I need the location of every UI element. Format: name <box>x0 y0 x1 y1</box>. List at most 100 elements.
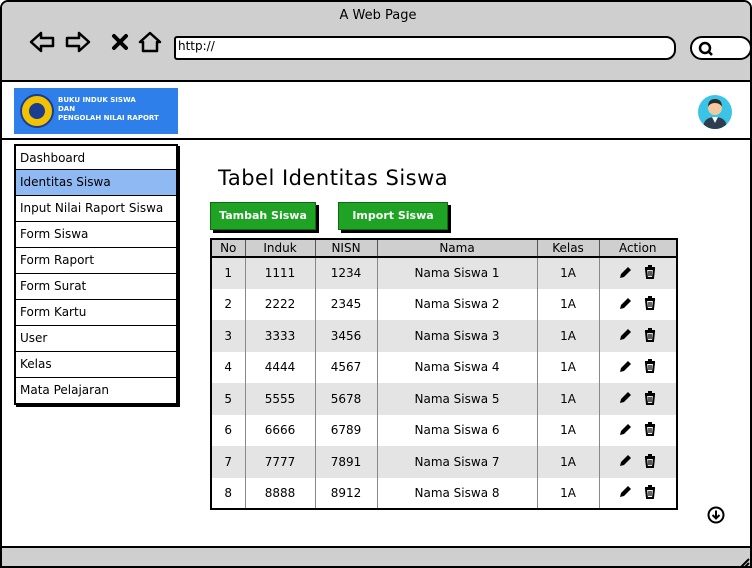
close-icon[interactable] <box>106 28 134 56</box>
trash-delete-icon[interactable] <box>644 265 656 279</box>
home-icon[interactable] <box>136 28 164 56</box>
cell-induk: 4444 <box>244 351 316 383</box>
back-arrow-icon[interactable] <box>28 28 56 56</box>
trash-delete-icon[interactable] <box>644 422 656 436</box>
cell-no: 2 <box>210 288 246 320</box>
sidebar-item-form-surat[interactable]: Form Surat <box>14 274 178 301</box>
cell-kelas: 1A <box>536 257 600 289</box>
table-row[interactable]: 5 5555 5678 Nama Siswa 5 1A <box>210 383 678 415</box>
cell-no: 8 <box>210 477 246 510</box>
cell-nama: Nama Siswa 6 <box>376 414 538 446</box>
sidebar-item-user[interactable]: User <box>14 326 178 353</box>
add-student-button[interactable]: Tambah Siswa <box>210 202 316 230</box>
app-header: BUKU INDUK SISWA DAN PENGOLAH NILAI RAPO… <box>2 84 750 140</box>
table-row[interactable]: 1 1111 1234 Nama Siswa 1 1A <box>210 257 678 289</box>
resize-handle-icon[interactable] <box>738 554 750 566</box>
page-title: Tabel Identitas Siswa <box>218 166 449 190</box>
cell-nama: Nama Siswa 1 <box>376 257 538 289</box>
cell-induk: 3333 <box>244 320 316 352</box>
sidebar-nav: Dashboard Identitas Siswa Input Nilai Ra… <box>14 144 178 405</box>
sidebar-item-dashboard[interactable]: Dashboard <box>14 144 178 171</box>
pencil-edit-icon[interactable] <box>619 266 632 279</box>
pencil-edit-icon[interactable] <box>619 391 632 404</box>
cell-induk: 5555 <box>244 383 316 415</box>
forward-arrow-icon[interactable] <box>64 28 92 56</box>
sidebar-item-identitas-siswa[interactable]: Identitas Siswa <box>14 170 178 197</box>
cell-nama: Nama Siswa 8 <box>376 477 538 510</box>
table-row[interactable]: 6 6666 6789 Nama Siswa 6 1A <box>210 414 678 446</box>
sidebar-item-kelas[interactable]: Kelas <box>14 352 178 379</box>
cell-nama: Nama Siswa 3 <box>376 320 538 352</box>
cell-action <box>598 446 678 478</box>
pencil-edit-icon[interactable] <box>619 485 632 498</box>
import-student-button[interactable]: Import Siswa <box>338 202 448 230</box>
cell-nisn: 7891 <box>314 446 378 478</box>
sidebar-item-input-nilai-raport[interactable]: Input Nilai Raport Siswa <box>14 196 178 223</box>
cell-kelas: 1A <box>536 446 600 478</box>
pencil-edit-icon[interactable] <box>619 454 632 467</box>
cell-induk: 2222 <box>244 288 316 320</box>
cell-nama: Nama Siswa 2 <box>376 288 538 320</box>
school-seal-icon <box>20 94 54 128</box>
search-icon <box>698 41 713 56</box>
cell-kelas: 1A <box>536 414 600 446</box>
cell-nisn: 3456 <box>314 320 378 352</box>
table-row[interactable]: 7 7777 7891 Nama Siswa 7 1A <box>210 446 678 478</box>
cell-nisn: 5678 <box>314 383 378 415</box>
cell-action <box>598 257 678 289</box>
sidebar-item-form-raport[interactable]: Form Raport <box>14 248 178 275</box>
cell-action <box>598 477 678 510</box>
pencil-edit-icon[interactable] <box>619 297 632 310</box>
cell-kelas: 1A <box>536 351 600 383</box>
cell-no: 7 <box>210 446 246 478</box>
cell-no: 1 <box>210 257 246 289</box>
table-row[interactable]: 8 8888 8912 Nama Siswa 8 1A <box>210 477 678 510</box>
pencil-edit-icon[interactable] <box>619 328 632 341</box>
sidebar-item-mata-pelajaran[interactable]: Mata Pelajaran <box>14 378 178 405</box>
trash-delete-icon[interactable] <box>644 296 656 310</box>
table-row[interactable]: 2 2222 2345 Nama Siswa 2 1A <box>210 288 678 320</box>
logo-line: PENGOLAH NILAI RAPORT <box>58 114 159 122</box>
app-logo[interactable]: BUKU INDUK SISWA DAN PENGOLAH NILAI RAPO… <box>14 88 178 134</box>
browser-toolbar: A Web Page http:// <box>2 2 750 82</box>
trash-delete-icon[interactable] <box>644 327 656 342</box>
column-header-no[interactable]: No <box>210 238 246 258</box>
sidebar-item-form-siswa[interactable]: Form Siswa <box>14 222 178 249</box>
user-avatar[interactable] <box>698 95 732 129</box>
column-header-action: Action <box>598 238 678 258</box>
table-header-row: No Induk NISN Nama Kelas Action <box>210 238 678 258</box>
column-header-induk[interactable]: Induk <box>244 238 316 258</box>
url-input[interactable] <box>174 36 676 60</box>
cell-nisn: 1234 <box>314 257 378 289</box>
trash-delete-icon[interactable] <box>644 484 656 499</box>
cell-no: 5 <box>210 383 246 415</box>
logo-line: BUKU INDUK SISWA <box>58 96 136 104</box>
cell-nisn: 2345 <box>314 288 378 320</box>
column-header-nisn[interactable]: NISN <box>314 238 378 258</box>
browser-window: A Web Page http:// BUKU INDUK SISWA DAN … <box>0 0 752 568</box>
cell-induk: 1111 <box>244 257 316 289</box>
cell-nama: Nama Siswa 4 <box>376 351 538 383</box>
trash-delete-icon[interactable] <box>644 453 656 468</box>
sidebar-item-form-kartu[interactable]: Form Kartu <box>14 300 178 327</box>
cell-action <box>598 320 678 352</box>
table-row[interactable]: 3 3333 3456 Nama Siswa 3 1A <box>210 320 678 352</box>
scroll-down-icon[interactable] <box>707 506 725 524</box>
trash-delete-icon[interactable] <box>644 359 656 373</box>
column-header-nama[interactable]: Nama <box>376 238 538 258</box>
cell-no: 4 <box>210 351 246 383</box>
pencil-edit-icon[interactable] <box>619 423 632 436</box>
table-row[interactable]: 4 4444 4567 Nama Siswa 4 1A <box>210 351 678 383</box>
column-header-kelas[interactable]: Kelas <box>536 238 600 258</box>
search-button[interactable] <box>690 36 750 60</box>
trash-delete-icon[interactable] <box>644 390 656 405</box>
cell-no: 6 <box>210 414 246 446</box>
cell-action <box>598 383 678 415</box>
logo-line: DAN <box>58 105 76 113</box>
cell-nisn: 8912 <box>314 477 378 510</box>
cell-no: 3 <box>210 320 246 352</box>
cell-nisn: 6789 <box>314 414 378 446</box>
logo-text: BUKU INDUK SISWA DAN PENGOLAH NILAI RAPO… <box>58 96 159 123</box>
cell-nama: Nama Siswa 7 <box>376 446 538 478</box>
pencil-edit-icon[interactable] <box>619 360 632 373</box>
